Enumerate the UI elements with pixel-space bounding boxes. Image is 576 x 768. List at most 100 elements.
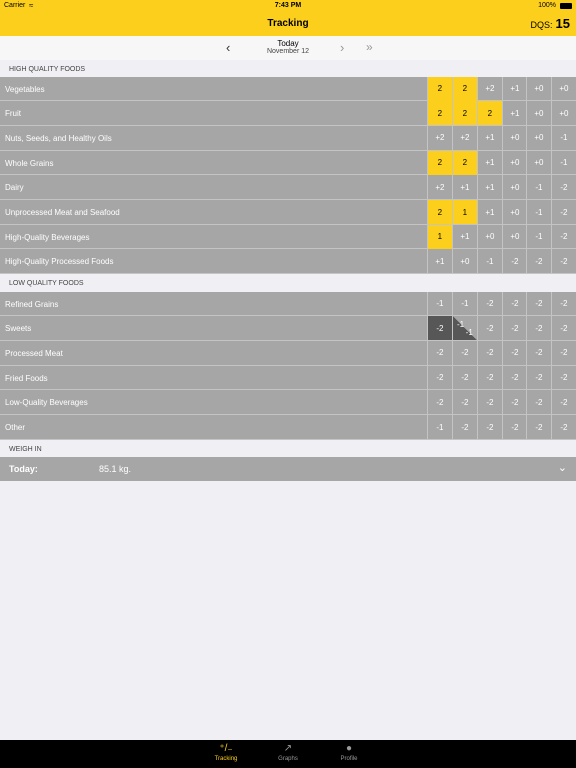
serving-cell[interactable]: -1 bbox=[477, 249, 502, 274]
serving-cell[interactable]: -1 bbox=[526, 200, 551, 224]
serving-cell[interactable]: +0 bbox=[502, 150, 527, 175]
serving-cell[interactable]: +0 bbox=[452, 249, 477, 274]
serving-cell[interactable]: -2 bbox=[502, 415, 527, 439]
serving-cell[interactable]: +1 bbox=[477, 175, 502, 200]
serving-cell[interactable]: 2 bbox=[427, 76, 452, 101]
serving-cell[interactable]: -2 bbox=[452, 390, 477, 415]
serving-cell[interactable]: +1 bbox=[427, 249, 452, 274]
serving-cell[interactable]: -1 -1 bbox=[452, 316, 477, 341]
serving-cell[interactable]: -2 bbox=[551, 224, 576, 249]
serving-cell[interactable]: -2 bbox=[526, 249, 551, 274]
tab-tracking[interactable]: ⁺/₋ Tracking bbox=[206, 742, 246, 762]
serving-cell[interactable]: -1 bbox=[526, 224, 551, 249]
serving-cell[interactable]: -2 bbox=[502, 390, 527, 415]
serving-cell[interactable]: -1 bbox=[526, 175, 551, 200]
dqs-value: 15 bbox=[555, 16, 570, 31]
serving-cell[interactable]: -2 bbox=[477, 415, 502, 439]
serving-cell[interactable]: +0 bbox=[526, 101, 551, 126]
food-row: Vegetables 2 2 +2 +1 +0 +0 bbox=[0, 76, 576, 102]
serving-cell[interactable]: -2 bbox=[551, 316, 576, 341]
serving-cell[interactable]: +0 bbox=[526, 76, 551, 101]
serving-cell[interactable]: +1 bbox=[452, 224, 477, 249]
jump-to-today-button[interactable]: » bbox=[366, 40, 373, 54]
serving-cell[interactable]: +1 bbox=[477, 200, 502, 224]
serving-cell[interactable]: -2 bbox=[551, 175, 576, 200]
tab-graphs[interactable]: ↗ Graphs bbox=[268, 742, 308, 762]
serving-cell[interactable]: -2 bbox=[427, 340, 452, 365]
serving-cell[interactable]: -2 bbox=[427, 390, 452, 415]
serving-cell[interactable]: 2 bbox=[427, 150, 452, 175]
serving-cell[interactable]: -2 bbox=[452, 365, 477, 390]
serving-cell[interactable]: +1 bbox=[477, 125, 502, 150]
serving-cell[interactable]: +0 bbox=[502, 175, 527, 200]
serving-cell[interactable]: -2 bbox=[526, 291, 551, 316]
serving-cell[interactable]: 1 bbox=[452, 200, 477, 224]
battery-percent: 100% bbox=[538, 2, 556, 9]
serving-cell[interactable]: -1 bbox=[452, 291, 477, 316]
serving-cell[interactable]: -1 bbox=[551, 125, 576, 150]
serving-cell[interactable]: -2 bbox=[526, 415, 551, 439]
tab-profile[interactable]: ● Profile bbox=[329, 742, 369, 762]
serving-cell[interactable]: +2 bbox=[427, 175, 452, 200]
serving-cell[interactable]: +2 bbox=[477, 76, 502, 101]
serving-cell[interactable]: +0 bbox=[526, 150, 551, 175]
serving-cell[interactable]: 2 bbox=[452, 101, 477, 126]
serving-cell[interactable]: -2 bbox=[502, 340, 527, 365]
serving-cell[interactable]: -2 bbox=[551, 415, 576, 439]
serving-cell[interactable]: -2 bbox=[452, 415, 477, 439]
serving-cell[interactable]: -2 bbox=[526, 340, 551, 365]
serving-cell[interactable]: +0 bbox=[551, 76, 576, 101]
food-row-label: Processed Meat bbox=[5, 348, 63, 358]
serving-cell[interactable]: +2 bbox=[427, 125, 452, 150]
serving-cell[interactable]: -2 bbox=[526, 365, 551, 390]
serving-cell[interactable]: -2 bbox=[551, 390, 576, 415]
serving-cell[interactable]: -2 bbox=[551, 340, 576, 365]
serving-cell[interactable]: -2 bbox=[526, 390, 551, 415]
serving-cell[interactable]: -2 bbox=[526, 316, 551, 341]
serving-cell[interactable]: +1 bbox=[502, 101, 527, 126]
serving-cell[interactable]: 2 bbox=[427, 200, 452, 224]
serving-cell[interactable]: 1 bbox=[427, 224, 452, 249]
serving-cell[interactable]: -2 bbox=[502, 291, 527, 316]
serving-cell[interactable]: +1 bbox=[477, 150, 502, 175]
serving-cell[interactable]: -1 bbox=[551, 150, 576, 175]
serving-cell[interactable]: -2 bbox=[452, 340, 477, 365]
serving-cell[interactable]: -2 bbox=[551, 365, 576, 390]
serving-cell[interactable]: -2 bbox=[551, 200, 576, 224]
serving-cell[interactable]: +0 bbox=[551, 101, 576, 126]
serving-cell[interactable]: -2 bbox=[551, 249, 576, 274]
food-row: Fruit 2 2 2 +1 +0 +0 bbox=[0, 101, 576, 126]
serving-cell[interactable]: -2 bbox=[477, 340, 502, 365]
serving-cell[interactable]: -1 bbox=[427, 291, 452, 316]
serving-cell[interactable]: +0 bbox=[502, 125, 527, 150]
chevron-down-icon[interactable]: ⌄ bbox=[558, 461, 567, 474]
serving-cell[interactable]: 2 bbox=[427, 101, 452, 126]
serving-cell[interactable]: +0 bbox=[477, 224, 502, 249]
food-row: Sweets -2 -1 -1 -2 -2 -2 -2 bbox=[0, 316, 576, 341]
serving-cell[interactable]: 2 bbox=[477, 101, 502, 126]
serving-cell[interactable]: -2 bbox=[427, 316, 452, 341]
serving-cell[interactable]: +0 bbox=[526, 125, 551, 150]
weigh-in-row[interactable]: Today: 85.1 kg. ⌄ bbox=[0, 457, 576, 481]
serving-cell[interactable]: +1 bbox=[452, 175, 477, 200]
serving-cell[interactable]: -2 bbox=[502, 365, 527, 390]
food-row-label: Whole Grains bbox=[5, 158, 54, 168]
weigh-in-value: 85.1 kg. bbox=[99, 464, 132, 474]
serving-cell[interactable]: +2 bbox=[452, 125, 477, 150]
serving-cell[interactable]: 2 bbox=[452, 76, 477, 101]
serving-cell[interactable]: -2 bbox=[477, 390, 502, 415]
serving-cell[interactable]: -2 bbox=[427, 365, 452, 390]
status-time: 7:43 PM bbox=[274, 2, 302, 9]
serving-cell[interactable]: -2 bbox=[502, 316, 527, 341]
serving-cell[interactable]: -1 bbox=[427, 415, 452, 439]
serving-cell[interactable]: +1 bbox=[502, 76, 527, 101]
serving-cell[interactable]: -2 bbox=[477, 365, 502, 390]
next-day-button[interactable]: › bbox=[340, 40, 344, 55]
serving-cell[interactable]: -2 bbox=[477, 316, 502, 341]
serving-cell[interactable]: -2 bbox=[551, 291, 576, 316]
serving-cell[interactable]: -2 bbox=[502, 249, 527, 274]
serving-cell[interactable]: 2 bbox=[452, 150, 477, 175]
serving-cell[interactable]: +0 bbox=[502, 224, 527, 249]
serving-cell[interactable]: -2 bbox=[477, 291, 502, 316]
serving-cell[interactable]: +0 bbox=[502, 200, 527, 224]
